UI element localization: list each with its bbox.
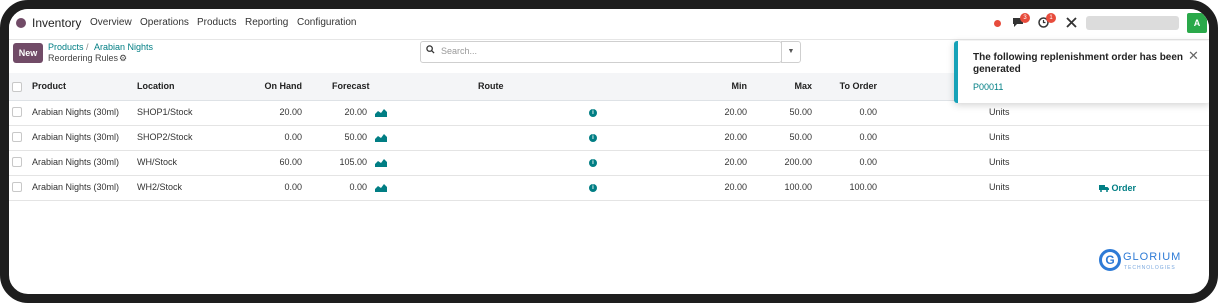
cell-on-hand: 20.00 <box>279 107 302 117</box>
col-product[interactable]: Product <box>32 81 66 91</box>
app-icon[interactable] <box>16 18 26 28</box>
close-icon[interactable]: ✕ <box>1188 48 1199 64</box>
table-row[interactable] <box>9 175 1209 201</box>
cell-to-order: 0.00 <box>859 132 877 142</box>
cell-on-hand: 60.00 <box>279 157 302 167</box>
col-min[interactable]: Min <box>699 81 748 91</box>
chevron-down-icon[interactable]: ▼ <box>781 41 801 63</box>
cell-forecast: 50.00 <box>344 132 367 142</box>
breadcrumb-separator: / <box>86 42 89 52</box>
forecast-chart-icon[interactable] <box>375 159 387 167</box>
truck-icon <box>1099 185 1109 192</box>
cell-product: Arabian Nights (30ml) <box>32 157 120 167</box>
cell-max: 200.00 <box>784 157 812 167</box>
cell-min: 20.00 <box>724 107 747 117</box>
user-menu[interactable] <box>1086 16 1179 30</box>
row-checkbox[interactable] <box>12 182 22 192</box>
notification-message: The following replenishment order has be… <box>973 52 1184 75</box>
cell-uom: Units <box>989 157 1010 167</box>
cell-location: SHOP1/Stock <box>137 107 193 117</box>
forecast-chart-icon[interactable] <box>375 184 387 192</box>
breadcrumb-arabian-nights[interactable]: Arabian Nights <box>94 42 153 52</box>
col-max[interactable]: Max <box>769 81 812 91</box>
breadcrumb-products[interactable]: Products <box>48 42 84 52</box>
cell-min: 20.00 <box>724 157 747 167</box>
table-row[interactable] <box>9 150 1209 176</box>
cell-max: 50.00 <box>789 107 812 117</box>
search-placeholder: Search... <box>441 46 478 56</box>
cell-on-hand: 0.00 <box>284 132 302 142</box>
cell-on-hand: 0.00 <box>284 182 302 192</box>
menu-configuration[interactable]: Configuration <box>297 17 356 28</box>
top-navbar: Inventory Overview Operations Products R… <box>9 9 1209 40</box>
avatar[interactable]: A <box>1187 13 1207 33</box>
cell-product: Arabian Nights (30ml) <box>32 182 120 192</box>
chat-badge: 3 <box>1020 13 1030 23</box>
col-forecast[interactable]: Forecast <box>332 81 370 91</box>
route-info-icon[interactable]: i <box>589 159 597 167</box>
row-checkbox[interactable] <box>12 157 22 167</box>
forecast-chart-icon[interactable] <box>375 109 387 117</box>
route-info-icon[interactable]: i <box>589 109 597 117</box>
cell-uom: Units <box>989 182 1010 192</box>
notification-toast: The following replenishment order has be… <box>954 41 1209 103</box>
cell-forecast: 105.00 <box>339 157 367 167</box>
cell-uom: Units <box>989 132 1010 142</box>
col-location[interactable]: Location <box>137 81 175 91</box>
col-route[interactable]: Route <box>478 81 504 91</box>
gear-icon[interactable]: ⚙ <box>119 53 127 64</box>
order-button-label: Order <box>1111 183 1137 193</box>
notification-order-link[interactable]: P00011 <box>973 82 1003 92</box>
glorium-logo-icon: G <box>1099 249 1121 271</box>
cell-location: WH/Stock <box>137 157 178 167</box>
watermark-sub: TECHNOLOGIES <box>1124 265 1176 271</box>
cell-product: Arabian Nights (30ml) <box>32 132 120 142</box>
route-info-icon[interactable]: i <box>589 134 597 142</box>
watermark-name: GLORIUM <box>1123 251 1182 263</box>
menu-products[interactable]: Products <box>197 17 236 28</box>
search-icon <box>426 45 435 54</box>
cell-product: Arabian Nights (30ml) <box>32 107 120 117</box>
menu-reporting[interactable]: Reporting <box>245 17 288 28</box>
app-name[interactable]: Inventory <box>32 16 81 30</box>
cell-max: 50.00 <box>789 132 812 142</box>
cell-to-order: 100.00 <box>849 182 877 192</box>
cell-forecast: 0.00 <box>349 182 367 192</box>
cell-to-order: 0.00 <box>859 157 877 167</box>
menu-overview[interactable]: Overview <box>90 17 132 28</box>
order-button[interactable]: Order <box>1099 183 1136 193</box>
cell-location: WH2/Stock <box>137 182 183 192</box>
col-to-order[interactable]: To Order <box>827 81 877 91</box>
forecast-chart-icon[interactable] <box>375 134 387 142</box>
tools-icon[interactable] <box>1066 17 1077 28</box>
route-info-icon[interactable]: i <box>589 184 597 192</box>
cell-max: 100.00 <box>784 182 812 192</box>
app-window: Inventory Overview Operations Products R… <box>0 0 1218 303</box>
select-all-checkbox[interactable] <box>12 82 22 92</box>
row-checkbox[interactable] <box>12 132 22 142</box>
cell-uom: Units <box>989 107 1010 117</box>
status-dot-icon[interactable] <box>994 20 1001 27</box>
cell-to-order: 0.00 <box>859 107 877 117</box>
cell-forecast: 20.00 <box>344 107 367 117</box>
page-title: Reordering Rules <box>48 53 119 63</box>
activity-badge: 1 <box>1046 13 1056 23</box>
cell-location: SHOP2/Stock <box>137 132 193 142</box>
cell-min: 20.00 <box>724 132 747 142</box>
col-on-hand[interactable]: On Hand <box>249 81 303 91</box>
menu-operations[interactable]: Operations <box>140 17 189 28</box>
cell-min: 20.00 <box>724 182 747 192</box>
row-checkbox[interactable] <box>12 107 22 117</box>
new-button[interactable]: New <box>13 43 43 63</box>
